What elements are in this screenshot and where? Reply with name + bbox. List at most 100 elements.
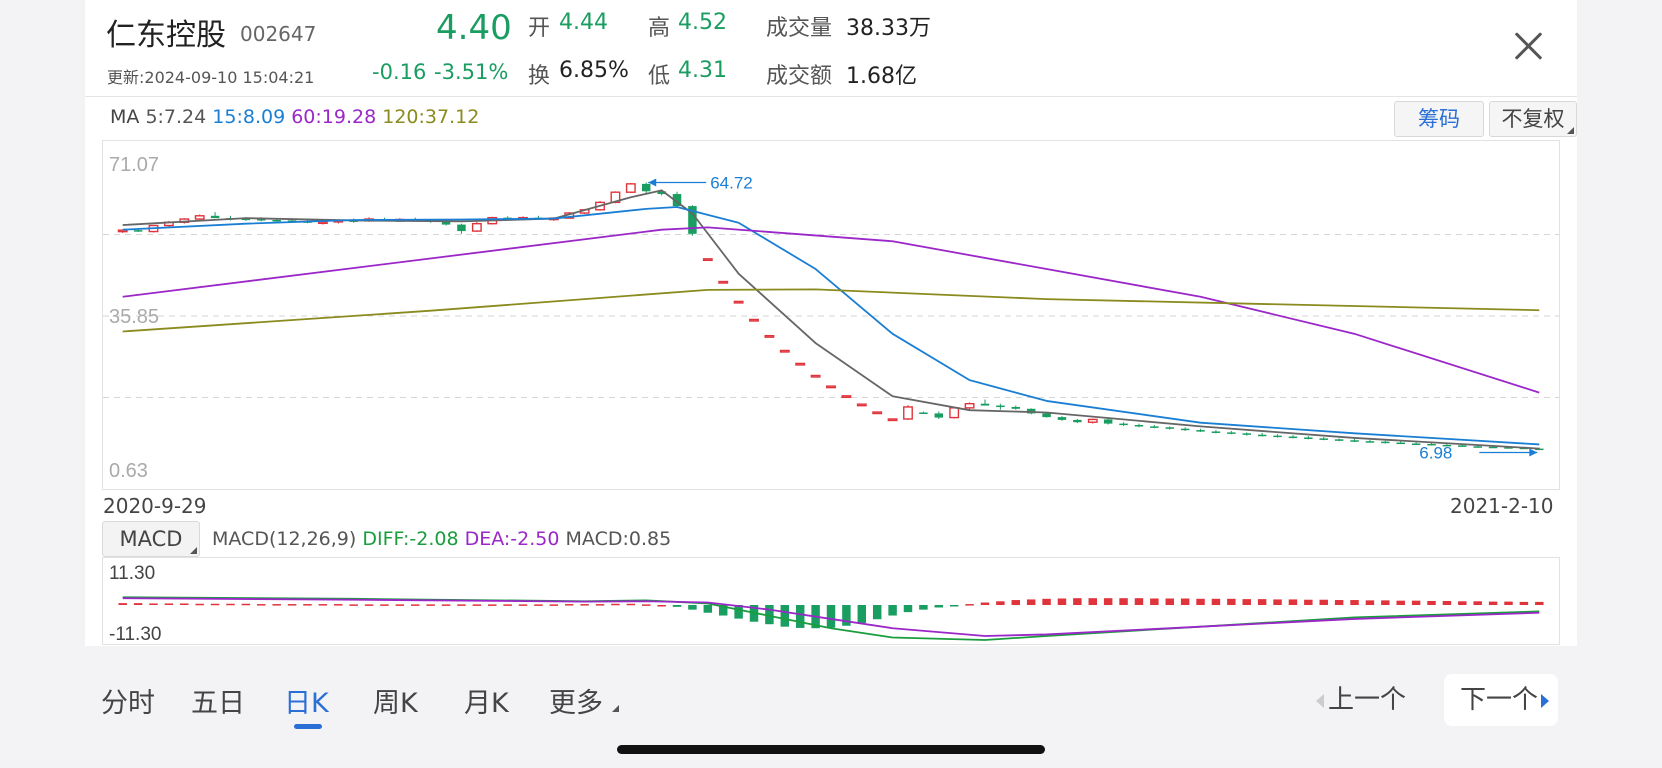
candle-body: [1334, 439, 1344, 441]
macd-histogram-bar: [1304, 599, 1313, 605]
macd-histogram-bar: [580, 604, 589, 606]
dropdown-corner-icon: [190, 547, 197, 554]
macd-histogram-bar: [149, 603, 158, 605]
macd-histogram-bar: [919, 605, 928, 610]
macd-histogram-bar: [226, 603, 235, 606]
tab-more-label: 更多: [549, 688, 603, 719]
macd-histogram-bar: [334, 604, 343, 606]
candle-body: [795, 362, 806, 366]
update-time: 更新:2024-09-10 15:04:21: [107, 68, 315, 87]
chips-button[interactable]: 筹码: [1394, 101, 1484, 137]
ma-line-ma5: [122, 189, 1540, 450]
candle-body: [457, 224, 466, 232]
high-label: 高: [648, 16, 671, 41]
header-divider: [85, 96, 1577, 97]
y-tick-label: 71.07: [109, 154, 159, 176]
tab-monthly-k[interactable]: 月K: [464, 681, 509, 720]
candle-body: [718, 280, 729, 284]
macd-histogram-bar: [349, 604, 358, 606]
macd-selector-label: MACD: [119, 527, 183, 551]
macd-histogram-bar: [703, 605, 713, 613]
macd-histogram-bar: [872, 605, 882, 620]
candle-body: [1350, 440, 1359, 442]
macd-histogram-bar: [180, 603, 189, 605]
tab-daily-k[interactable]: 日K: [284, 681, 329, 720]
candle-body: [641, 183, 651, 192]
macd-histogram-bar: [641, 604, 651, 606]
kline-panel[interactable]: 71.07 35.85 0.63 64.72 6.98: [102, 140, 1560, 490]
x-tick-end: 2021-2-10: [1450, 494, 1554, 518]
macd-histogram-bar: [318, 604, 328, 606]
macd-histogram-bar: [1180, 598, 1190, 605]
macd-panel[interactable]: 11.30 -11.30: [102, 557, 1560, 645]
macd-histogram-bar: [657, 605, 666, 607]
macd-histogram-bar: [395, 604, 405, 606]
more-corner-icon: [611, 705, 619, 712]
macd-histogram-bar: [1273, 599, 1282, 605]
macd-histogram-bar: [1334, 600, 1344, 605]
low-value: 4.31: [678, 58, 727, 83]
current-price: 4.40: [436, 8, 512, 48]
macd-histogram-bar: [380, 604, 389, 606]
candle-body: [1011, 406, 1021, 409]
candle-body: [810, 374, 821, 378]
candle-body: [1042, 413, 1051, 418]
macd-histogram-bar: [195, 603, 204, 606]
ma5-value: 5:7.24: [145, 106, 207, 128]
min-price-label: 6.98: [1419, 444, 1452, 463]
macd-histogram-bar: [1350, 600, 1359, 605]
macd-histogram-bar: [1473, 601, 1482, 605]
candle-body: [826, 385, 836, 389]
ma-line-ma60: [122, 226, 1540, 394]
tab-more[interactable]: 更多: [549, 681, 619, 720]
price-change: -0.16: [372, 60, 427, 84]
macd-histogram-bar: [1411, 600, 1421, 605]
macd-histogram-bar: [1535, 601, 1544, 605]
candle-body: [1134, 424, 1144, 427]
volume-value: 38.33万: [846, 16, 931, 41]
macd-histogram-bar: [534, 604, 543, 606]
adjust-dropdown[interactable]: 不复权: [1489, 101, 1577, 137]
next-button[interactable]: 下一个: [1444, 674, 1558, 726]
volume-label: 成交量: [766, 16, 833, 41]
candle-body: [272, 219, 281, 222]
macd-histogram-bar: [842, 605, 851, 626]
caret-left-icon: [1316, 693, 1324, 708]
kline-chart: 71.07 35.85 0.63 64.72 6.98: [103, 154, 1559, 482]
macd-histogram-bar: [1088, 598, 1097, 605]
prev-button[interactable]: 上一个: [1316, 674, 1416, 726]
tab-intraday[interactable]: 分时: [101, 681, 155, 720]
macd-histogram-bar: [626, 603, 636, 606]
candle-body: [733, 300, 744, 304]
candle-body: [317, 221, 328, 225]
candle-body: [1257, 434, 1267, 437]
macd-histogram-bar: [1011, 600, 1021, 605]
macd-value: MACD:0.85: [565, 528, 672, 550]
tab-five-day[interactable]: 五日: [191, 681, 245, 720]
macd-histogram-bar: [1288, 599, 1298, 605]
macd-histogram-bar: [287, 604, 297, 606]
close-icon[interactable]: [1508, 26, 1548, 66]
macd-histogram-bar: [780, 605, 790, 627]
macd-indicator-dropdown[interactable]: MACD: [102, 521, 200, 557]
candle-body: [1381, 441, 1390, 444]
macd-histogram-bar: [980, 602, 990, 605]
candle-body: [1227, 432, 1236, 434]
candle-body: [1103, 419, 1113, 424]
candle-body: [133, 230, 143, 232]
home-indicator: [617, 745, 1045, 754]
macd-histogram-bar: [1150, 598, 1159, 605]
macd-histogram-bar: [457, 604, 466, 606]
tab-weekly-k[interactable]: 周K: [373, 681, 418, 720]
candle-body: [887, 418, 898, 422]
macd-histogram-bar: [857, 605, 867, 623]
dropdown-corner-icon: [1567, 127, 1574, 134]
macd-histogram-bar: [1211, 598, 1221, 605]
macd-histogram-bar: [118, 603, 127, 605]
caret-right-icon: [1541, 693, 1550, 708]
candle-body: [903, 406, 913, 420]
macd-histogram-bar: [1257, 599, 1267, 605]
macd-histogram-bar: [133, 603, 143, 605]
turnover-value: 6.85%: [559, 58, 629, 83]
macd-histogram-bar: [1073, 598, 1082, 605]
